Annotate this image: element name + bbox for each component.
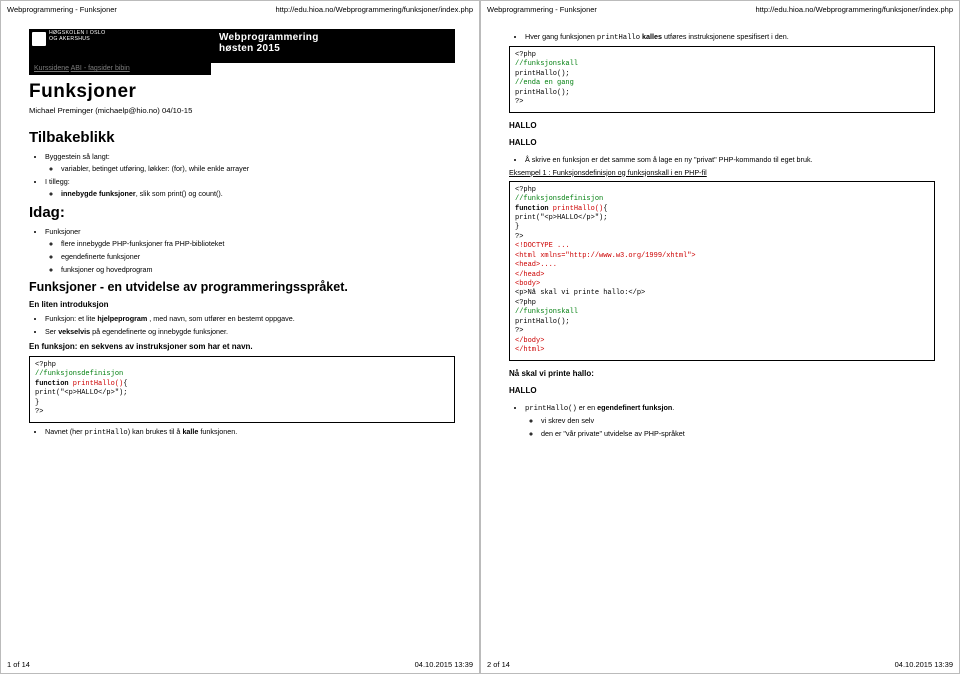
- h3-seq: En funksjon: en sekvens av instruksjoner…: [29, 342, 455, 351]
- list-egfunk: printHallo() er en egendefinert funksjon…: [509, 403, 935, 438]
- c1l5: }: [35, 399, 449, 408]
- c2l1: <?php: [515, 51, 929, 60]
- li-idag-c: funksjoner og hovedprogram: [61, 265, 455, 274]
- list-skrive: Å skrive en funksjon er det samme som å …: [509, 155, 935, 164]
- output-3: Nå skal vi printe hallo:: [509, 369, 935, 378]
- c3l3: function printHallo(){: [515, 205, 929, 214]
- header-url-2: http://edu.hioa.no/Webprogrammering/funk…: [756, 5, 953, 14]
- output-2: HALLO: [509, 138, 935, 147]
- page-1: Webprogrammering - Funksjoner http://edu…: [0, 0, 480, 674]
- list-top2: Hver gang funksjonen printHallo kalles u…: [509, 32, 935, 42]
- logo-mark-icon: [32, 32, 46, 46]
- c2l2: //funksjonskall: [515, 60, 929, 69]
- code-block-3: <?php //funksjonsdefinisjon function pri…: [509, 181, 935, 361]
- header-url: http://edu.hioa.no/Webprogrammering/funk…: [276, 5, 473, 14]
- c3l6: ?>: [515, 233, 929, 242]
- list-tilbake: Byggestein så langt: variabler, betinget…: [29, 152, 455, 198]
- c2l6: ?>: [515, 98, 929, 107]
- c3l2: //funksjonsdefinisjon: [515, 195, 929, 204]
- c3l17: </body>: [515, 337, 929, 346]
- c3l1: <?php: [515, 186, 929, 195]
- course-title-2: høsten 2015: [219, 43, 455, 54]
- logo: HØGSKOLEN I OSLO OG AKERSHUS: [32, 31, 105, 46]
- h2-idag: Idag:: [29, 204, 455, 221]
- logo-line2: OG AKERSHUS: [49, 37, 105, 43]
- code-block-2: <?php //funksjonskall printHallo(); //en…: [509, 46, 935, 113]
- header-title: Webprogrammering - Funksjoner: [7, 5, 117, 14]
- link-abi[interactable]: ABI - fagsider bibin: [71, 65, 130, 72]
- li-hvergang: Hver gang funksjonen printHallo kalles u…: [525, 32, 935, 42]
- li-innebygde: innebygde funksjoner, slik som print() o…: [61, 189, 455, 198]
- c1l4: print("<p>HALLO</p>");: [35, 389, 449, 398]
- c2l5: printHallo();: [515, 89, 929, 98]
- list-intro: Funksjon: et lite hjelpeprogram , med na…: [29, 314, 455, 336]
- c2l4: //enda en gang: [515, 79, 929, 88]
- c3l8: <html xmlns="http://www.w3.org/1999/xhtm…: [515, 252, 929, 261]
- li-sub-a: vi skrev den selv: [541, 416, 935, 425]
- logo-text: HØGSKOLEN I OSLO OG AKERSHUS: [49, 31, 105, 42]
- page-2: Webprogrammering - Funksjoner http://edu…: [480, 0, 960, 674]
- c3l16: ?>: [515, 327, 929, 336]
- h2-tilbakeblikk: Tilbakeblikk: [29, 129, 455, 146]
- c1l6: ?>: [35, 408, 449, 417]
- page-footer-1: 1 of 14 04.10.2015 13:39: [7, 660, 473, 669]
- c3l7: <!DOCTYPE ...: [515, 242, 929, 251]
- page-header: Webprogrammering - Funksjoner http://edu…: [7, 5, 473, 14]
- c1l1: <?php: [35, 361, 449, 370]
- li-egfunk: printHallo() er en egendefinert funksjon…: [525, 403, 935, 438]
- page-wrap: Webprogrammering - Funksjoner http://edu…: [0, 0, 960, 674]
- c3l15: printHallo();: [515, 318, 929, 327]
- list-after-code1: Navnet (her printHallo) kan brukes til å…: [29, 427, 455, 437]
- c3l14: //funksjonskall: [515, 308, 929, 317]
- li-idag-a: flere innebygde PHP-funksjoner fra PHP-b…: [61, 239, 455, 248]
- c1l3: function printHallo(){: [35, 380, 449, 389]
- title-cell: Webprogrammering høsten 2015: [211, 29, 455, 63]
- header-title-2: Webprogrammering - Funksjoner: [487, 5, 597, 14]
- li-itillegg: I tillegg: innebygde funksjoner, slik so…: [45, 177, 455, 198]
- page-header-2: Webprogrammering - Funksjoner http://edu…: [487, 5, 953, 14]
- page-h1: Funksjoner: [29, 81, 455, 103]
- output-1: HALLO: [509, 121, 935, 130]
- c3l13: <?php: [515, 299, 929, 308]
- c3l4: print("<p>HALLO</p>");: [515, 214, 929, 223]
- author-line: Michael Preminger (michaelp@hio.no) 04/1…: [29, 106, 455, 115]
- course-title-1: Webprogrammering: [219, 32, 455, 43]
- c3l12: <p>Nå skal vi printe hallo:</p>: [515, 289, 929, 298]
- page1-content: HØGSKOLEN I OSLO OG AKERSHUS Webprogramm…: [29, 29, 455, 647]
- h3-intro: En liten introduksjon: [29, 300, 455, 309]
- c3l9: <head>....: [515, 261, 929, 270]
- c3l5: }: [515, 223, 929, 232]
- list-idag: Funksjoner flere innebygde PHP-funksjone…: [29, 227, 455, 274]
- logo-cell: HØGSKOLEN I OSLO OG AKERSHUS: [29, 29, 211, 63]
- h2-utvidelse: Funksjoner - en utvidelse av programmeri…: [29, 280, 455, 294]
- page2-content: Hver gang funksjonen printHallo kalles u…: [509, 29, 935, 647]
- li-idag-b: egendefinerte funksjoner: [61, 252, 455, 261]
- c1l2: //funksjonsdefinisjon: [35, 370, 449, 379]
- page-footer-2: 2 of 14 04.10.2015 13:39: [487, 660, 953, 669]
- output-4: HALLO: [509, 386, 935, 395]
- c3l10: </head>: [515, 271, 929, 280]
- page-num-1: 1 of 14: [7, 660, 30, 669]
- timestamp-1: 04.10.2015 13:39: [415, 660, 473, 669]
- timestamp-2: 04.10.2015 13:39: [895, 660, 953, 669]
- li-byggestein: Byggestein så langt: variabler, betinget…: [45, 152, 455, 173]
- series-bar: Kurssidene ABI - fagsider bibin: [29, 63, 211, 75]
- page-num-2: 2 of 14: [487, 660, 510, 669]
- link-kurssidene[interactable]: Kurssidene: [34, 65, 69, 72]
- li-funksjoner: Funksjoner flere innebygde PHP-funksjone…: [45, 227, 455, 274]
- code-block-1: <?php //funksjonsdefinisjon function pri…: [29, 356, 455, 423]
- banner: HØGSKOLEN I OSLO OG AKERSHUS Webprogramm…: [29, 29, 455, 63]
- li-byg-inner: variabler, betinget utføring, løkker: (f…: [61, 164, 455, 173]
- c2l3: printHallo();: [515, 70, 929, 79]
- c3l18: </html>: [515, 346, 929, 355]
- p-eksempel: Eksempel 1 : Funksjonsdefinisjon og funk…: [509, 168, 935, 177]
- li-sub-b: den er "vår private" utvidelse av PHP-sp…: [541, 429, 935, 438]
- li-intro-b: Ser vekselvis på egendefinerte og inneby…: [45, 327, 455, 336]
- li-skrive: Å skrive en funksjon er det samme som å …: [525, 155, 935, 164]
- li-intro-a: Funksjon: et lite hjelpeprogram , med na…: [45, 314, 455, 323]
- li-navnet: Navnet (her printHallo) kan brukes til å…: [45, 427, 455, 437]
